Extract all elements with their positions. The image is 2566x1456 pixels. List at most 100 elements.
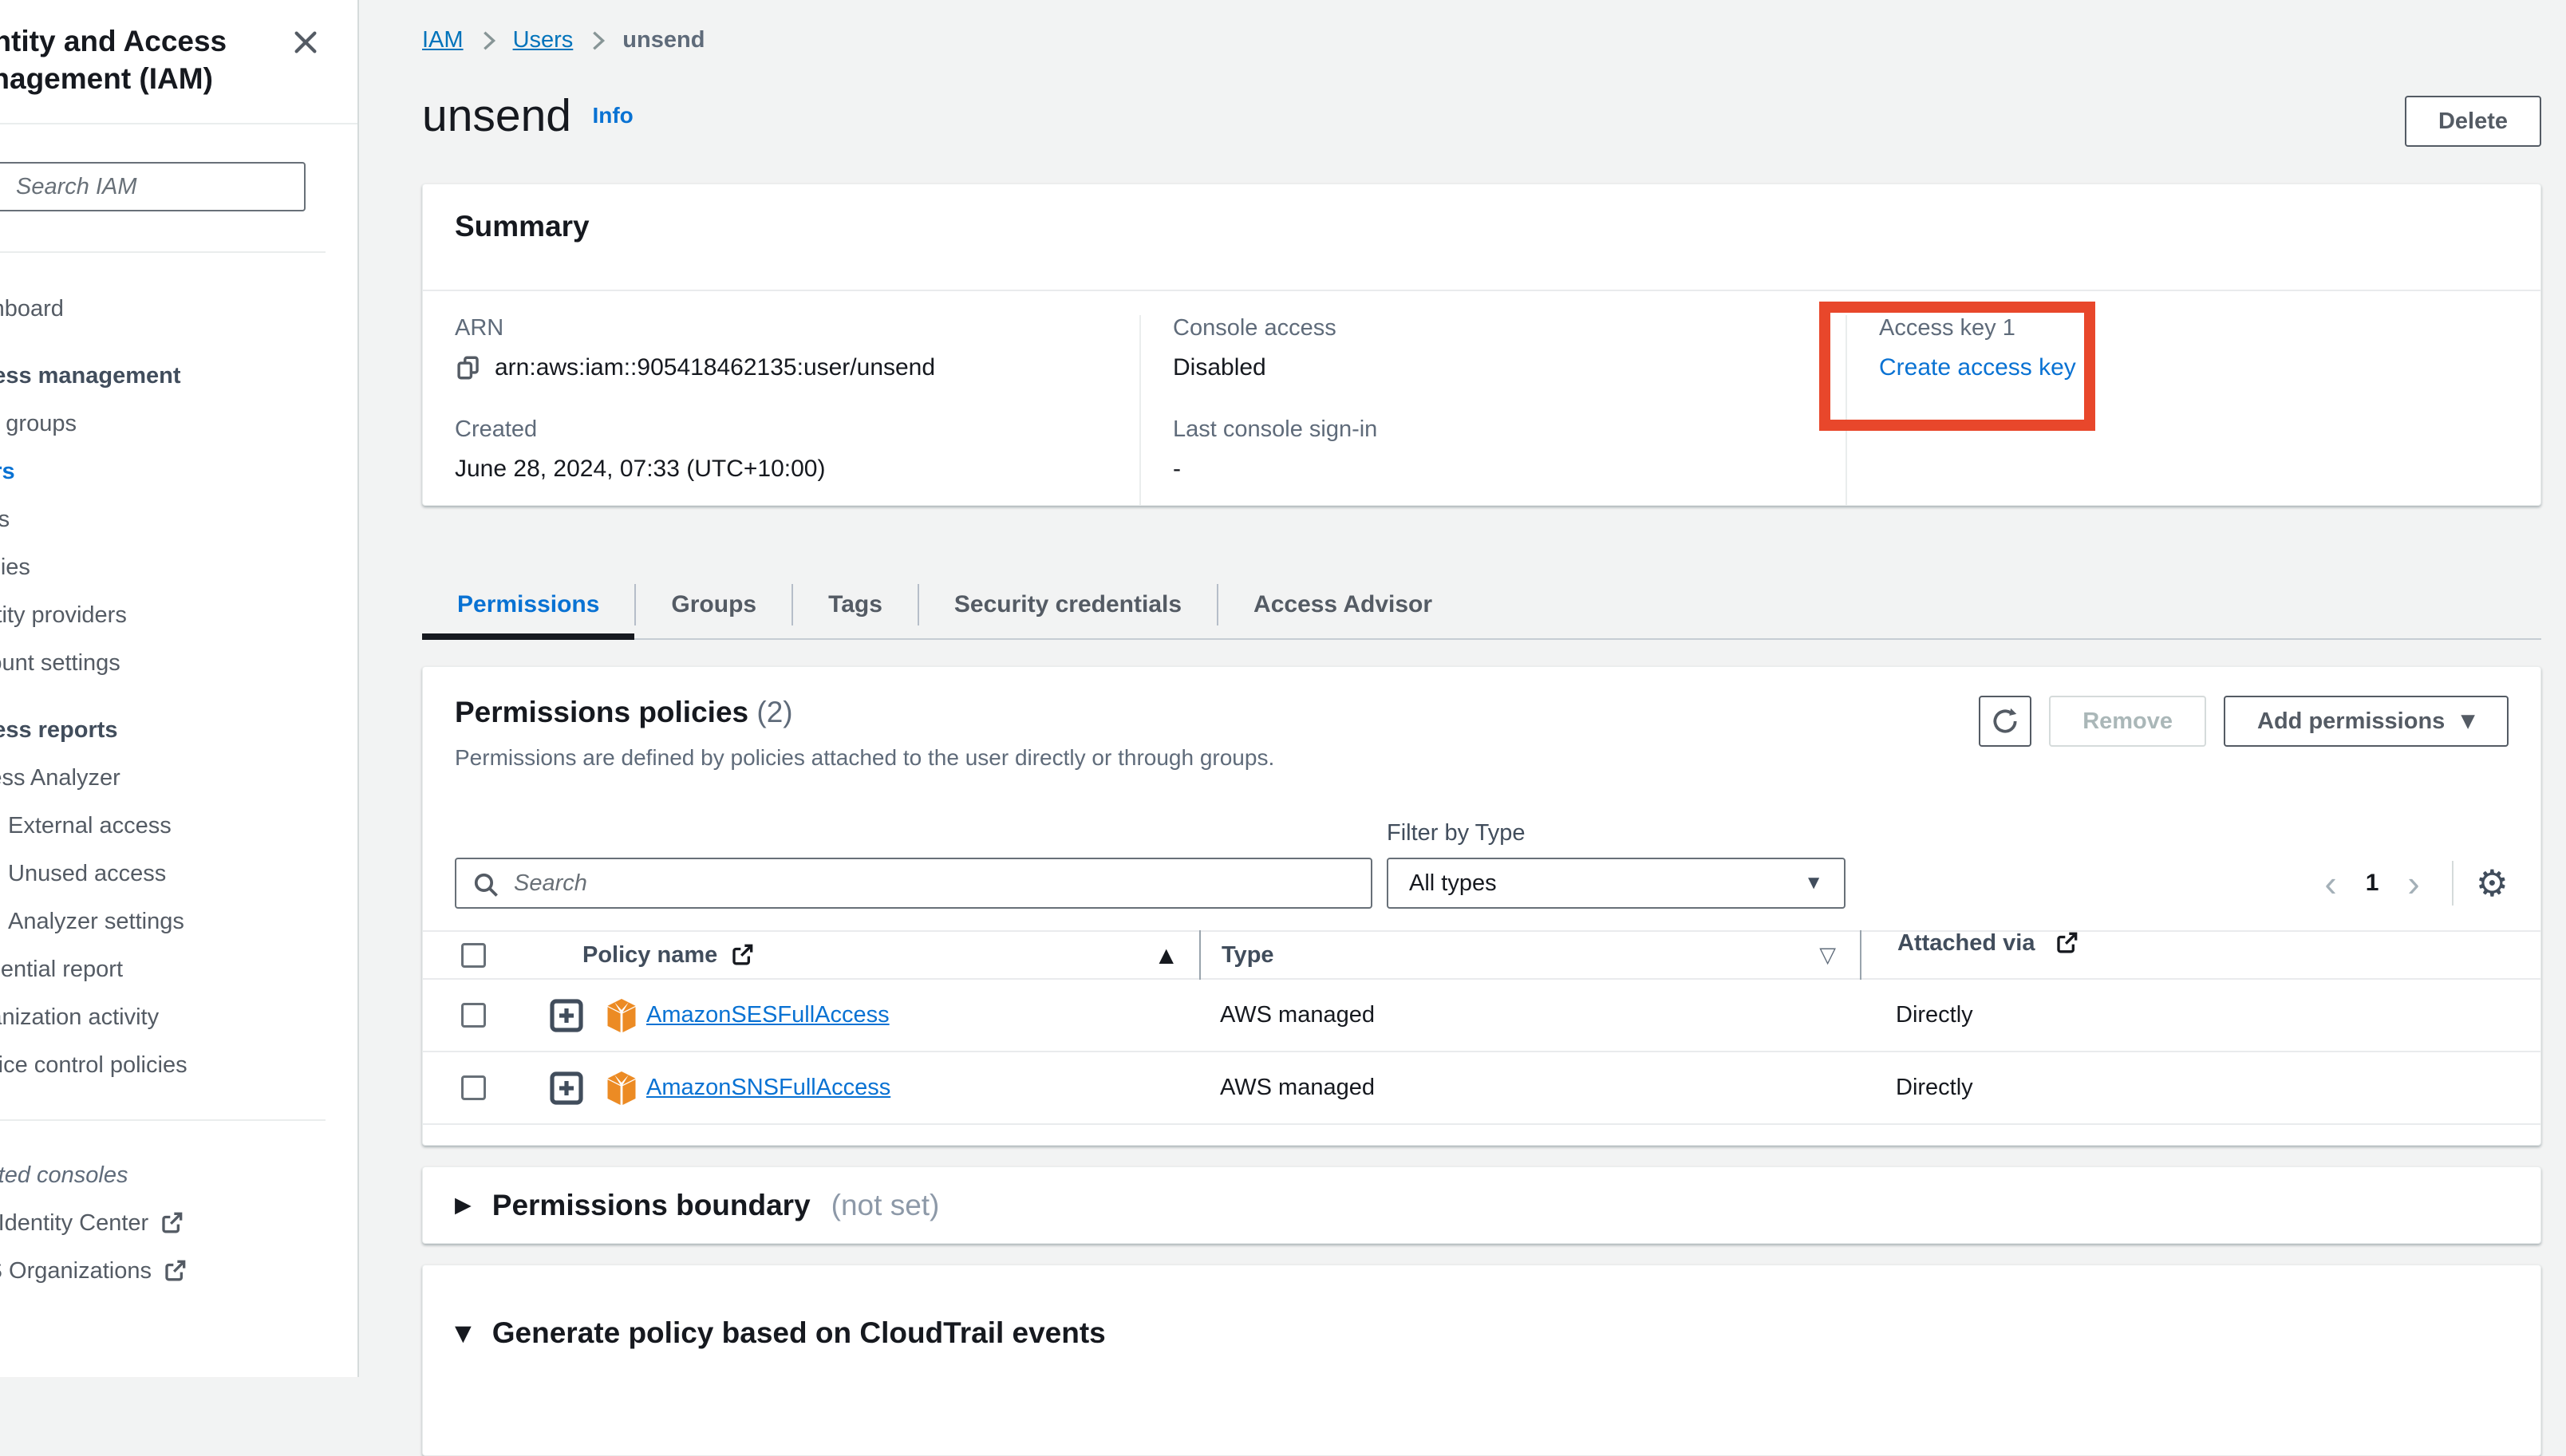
permissions-policies-card: Permissions policies (2) Permissions are…	[422, 666, 2541, 1146]
breadcrumb-current: unsend	[622, 27, 705, 53]
breadcrumb-link-iam[interactable]: IAM	[422, 27, 464, 53]
policy-link[interactable]: AmazonSESFullAccess	[646, 1002, 890, 1028]
pagination-divider	[2452, 861, 2453, 906]
policies-filter-row: Filter by Type All types ▼ ‹ 1 › ⚙	[455, 820, 2509, 909]
column-header-attached-via[interactable]: Attached via	[1860, 930, 2540, 980]
tab-groups[interactable]: Groups	[636, 571, 792, 638]
sidebar-item-iam-identity-center[interactable]: IAM Identity Center	[0, 1199, 359, 1247]
sidebar-divider	[0, 1119, 326, 1121]
last-signin-value: -	[1173, 456, 1846, 483]
last-signin-label: Last console sign-in	[1173, 416, 1846, 443]
sidebar-item-credential-report[interactable]: Credential report	[0, 945, 359, 993]
gear-icon[interactable]: ⚙	[2476, 862, 2509, 905]
summary-body: ARN arn:aws:iam::905418462135:user/unsen…	[423, 290, 2540, 505]
select-all-checkbox[interactable]	[461, 943, 486, 968]
type-filter-select[interactable]: All types ▼	[1387, 858, 1846, 909]
sidebar-item-external-access[interactable]: External access	[0, 802, 359, 850]
delete-button[interactable]: Delete	[2405, 96, 2541, 147]
sidebar-title: Identity and Access Management (IAM)	[0, 0, 302, 97]
sidebar-item-policies[interactable]: Policies	[0, 543, 359, 591]
type-filter-value: All types	[1409, 870, 1497, 897]
table-row: AmazonSESFullAccess AWS managed Directly	[423, 980, 2540, 1052]
sidebar-divider	[0, 123, 359, 124]
caret-down-icon: ▼	[1804, 872, 1823, 894]
policy-link[interactable]: AmazonSNSFullAccess	[646, 1075, 890, 1101]
breadcrumb-link-users[interactable]: Users	[513, 27, 574, 53]
external-link-icon	[160, 1211, 184, 1235]
permissions-boundary-note: (not set)	[831, 1189, 940, 1222]
section-collapsed-icon: ▶	[455, 1193, 472, 1217]
sidebar-item-aws-organizations[interactable]: AWS Organizations	[0, 1247, 359, 1295]
main-content: IAM Users unsend unsend Info Delete Summ…	[361, 0, 2566, 1377]
tab-security-credentials[interactable]: Security credentials	[919, 571, 1217, 638]
next-page-icon[interactable]: ›	[2402, 865, 2424, 902]
created-label: Created	[455, 416, 1139, 443]
sidebar-item-label: IAM Identity Center	[0, 1210, 148, 1237]
sort-filter-icon[interactable]: ▽	[1819, 943, 1836, 968]
row-checkbox[interactable]	[461, 1003, 486, 1028]
sidebar-item-label: AWS Organizations	[0, 1258, 152, 1284]
breadcrumb: IAM Users unsend	[422, 27, 705, 53]
previous-page-icon[interactable]: ‹	[2319, 865, 2341, 902]
current-page-number[interactable]: 1	[2366, 870, 2379, 897]
generate-policy-card: ▼ Generate policy based on CloudTrail ev…	[422, 1265, 2541, 1456]
breadcrumb-separator-icon	[478, 29, 499, 53]
sidebar-divider	[0, 251, 326, 253]
table-row: AmazonSNSFullAccess AWS managed Directly	[423, 1052, 2540, 1125]
sidebar-section-access-management: Access management	[0, 352, 359, 400]
page-title: unsend	[422, 89, 571, 142]
column-header-type[interactable]: Type ▽	[1199, 930, 1860, 980]
sidebar-item-access-analyzer[interactable]: Access Analyzer	[0, 754, 359, 802]
iam-sidebar: Identity and Access Management (IAM) Das…	[0, 0, 359, 1377]
expand-row-icon[interactable]	[549, 998, 584, 1033]
info-link[interactable]: Info	[592, 103, 633, 128]
attached-via-cell: Directly	[1860, 1075, 2540, 1101]
add-permissions-button[interactable]: Add permissions ▼	[2224, 696, 2509, 747]
attached-via-cell: Directly	[1860, 1002, 2540, 1028]
sidebar-item-unused-access[interactable]: Unused access	[0, 850, 359, 898]
external-link-icon	[163, 1259, 187, 1283]
create-access-key-link[interactable]: Create access key	[1879, 354, 2076, 381]
tab-tags[interactable]: Tags	[793, 571, 918, 638]
search-icon	[472, 871, 499, 898]
refresh-button[interactable]	[1979, 696, 2031, 747]
table-header-row: Policy name ▲ Type ▽	[423, 930, 2540, 980]
external-link-icon	[730, 943, 754, 967]
tab-permissions[interactable]: Permissions	[422, 571, 634, 638]
sidebar-item-analyzer-settings[interactable]: Analyzer settings	[0, 898, 359, 945]
sidebar-item-roles[interactable]: Roles	[0, 495, 359, 543]
policies-table: Policy name ▲ Type ▽	[423, 930, 2540, 1125]
sidebar-item-dashboard[interactable]: Dashboard	[0, 285, 359, 333]
managed-policy-icon	[605, 997, 638, 1034]
sidebar-section-access-reports: Access reports	[0, 706, 359, 754]
sidebar-item-users[interactable]: Users	[0, 448, 359, 495]
expand-row-icon[interactable]	[549, 1071, 584, 1106]
sidebar-section-related-consoles: Related consoles	[0, 1151, 359, 1199]
tab-bar: Permissions Groups Tags Security credent…	[422, 571, 2541, 640]
sidebar-item-account-settings[interactable]: Account settings	[0, 639, 359, 687]
sort-ascending-icon[interactable]: ▲	[1159, 944, 1174, 966]
sidebar-item-user-groups[interactable]: User groups	[0, 400, 359, 448]
permissions-boundary-title: Permissions boundary	[492, 1189, 811, 1222]
sidebar-close-icon[interactable]	[290, 27, 322, 59]
generate-policy-toggle[interactable]: ▼ Generate policy based on CloudTrail ev…	[455, 1316, 2509, 1350]
sidebar-item-identity-providers[interactable]: Identity providers	[0, 591, 359, 639]
sidebar-item-service-control-policies[interactable]: Service control policies	[0, 1041, 359, 1089]
row-checkbox[interactable]	[461, 1075, 486, 1100]
sidebar-search-input[interactable]	[0, 162, 306, 211]
permissions-boundary-toggle[interactable]: ▶ Permissions boundary (not set)	[455, 1189, 939, 1222]
remove-button[interactable]: Remove	[2049, 696, 2206, 747]
copy-icon[interactable]	[455, 354, 482, 381]
external-link-icon	[2055, 931, 2078, 955]
tab-access-advisor[interactable]: Access Advisor	[1218, 571, 1467, 638]
access-key-label: Access key 1	[1879, 315, 2540, 341]
column-header-policy-name[interactable]: Policy name ▲	[503, 942, 1199, 969]
filter-by-type-label: Filter by Type	[1387, 820, 1846, 846]
console-access-value: Disabled	[1173, 354, 1846, 381]
pagination: ‹ 1 › ⚙	[2319, 858, 2509, 909]
policy-type-cell: AWS managed	[1199, 1002, 1860, 1028]
policies-search-input[interactable]	[455, 858, 1372, 909]
caret-down-icon: ▼	[2461, 711, 2475, 732]
policy-type-cell: AWS managed	[1199, 1075, 1860, 1101]
sidebar-item-organization-activity[interactable]: Organization activity	[0, 993, 359, 1041]
